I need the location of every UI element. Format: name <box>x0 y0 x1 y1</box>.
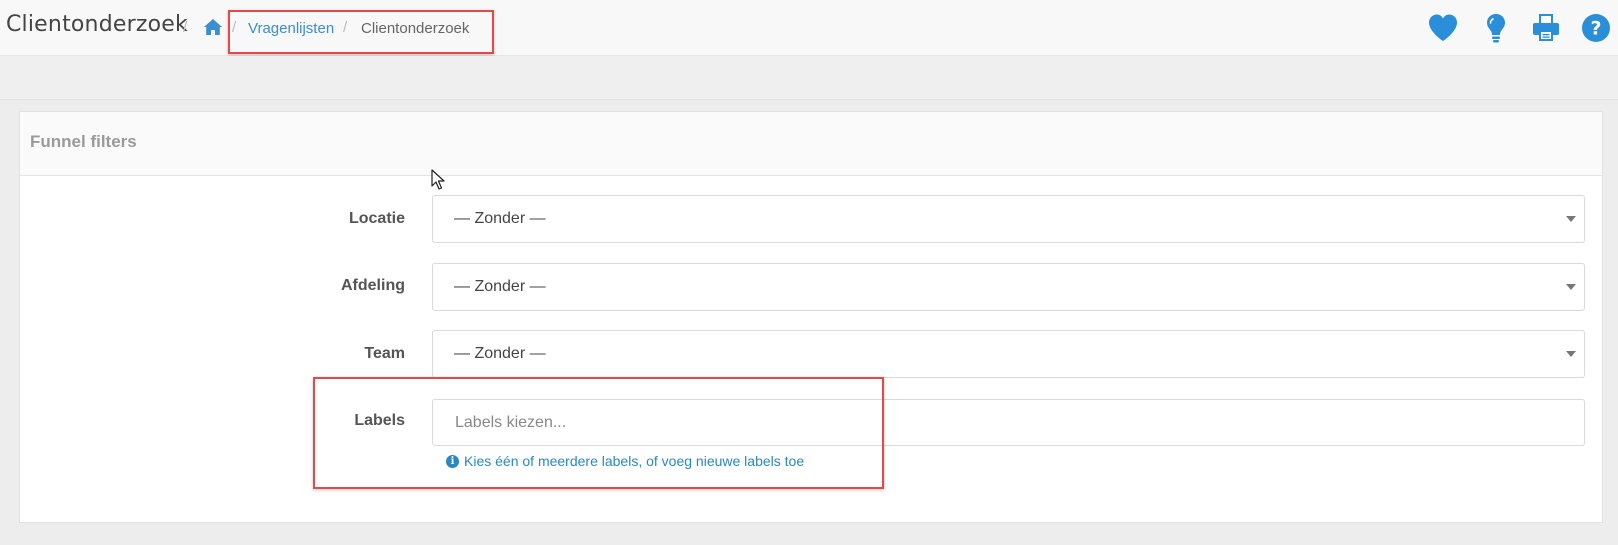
home-icon[interactable] <box>203 18 223 36</box>
team-label: Team <box>364 345 405 362</box>
afdeling-select[interactable]: — Zonder — <box>432 263 1585 311</box>
chevron-down-icon <box>1566 351 1576 357</box>
lightbulb-icon[interactable] <box>1480 12 1512 44</box>
afdeling-label: Afdeling <box>341 277 405 294</box>
svg-text:?: ? <box>1590 18 1601 40</box>
highlight-box-breadcrumb <box>228 10 494 54</box>
heart-icon[interactable] <box>1427 12 1459 44</box>
team-select[interactable]: — Zonder — <box>432 330 1585 378</box>
locatie-select-value: — Zonder — <box>454 210 546 227</box>
team-select-value: — Zonder — <box>454 345 546 362</box>
toolbar-band <box>0 56 1618 100</box>
afdeling-select-value: — Zonder — <box>454 278 546 295</box>
top-bar: Clientonderzoek / / Vragenlijsten / Clie… <box>0 0 1618 56</box>
page-title: Clientonderzoek <box>6 12 188 37</box>
locatie-label: Locatie <box>348 210 405 227</box>
mouse-cursor-icon <box>431 169 445 190</box>
locatie-select[interactable]: — Zonder — <box>432 195 1585 243</box>
panel-header: Funnel filters <box>20 112 1602 176</box>
highlight-box-labels <box>313 377 884 489</box>
print-icon[interactable] <box>1530 12 1562 44</box>
help-icon[interactable]: ? <box>1580 12 1612 44</box>
breadcrumb-separator: / <box>183 19 188 36</box>
panel-title: Funnel filters <box>30 132 137 151</box>
chevron-down-icon <box>1566 284 1576 290</box>
chevron-down-icon <box>1566 216 1576 222</box>
